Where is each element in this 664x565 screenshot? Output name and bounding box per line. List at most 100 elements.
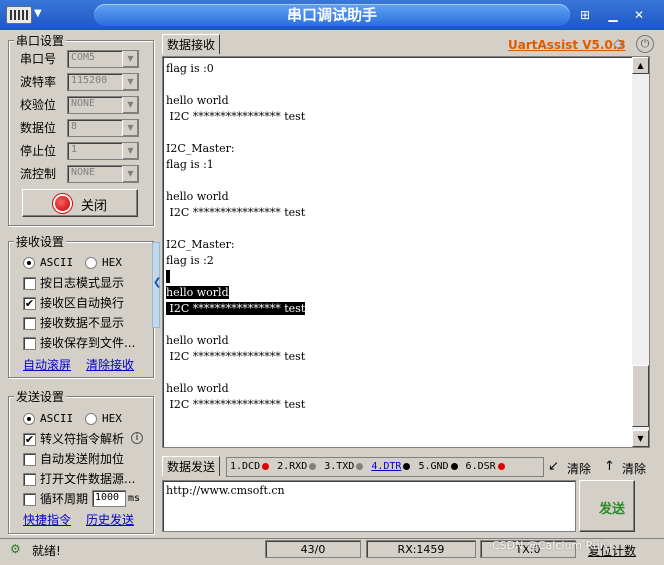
serial-settings-title: 串口设置 [14,32,67,49]
receive-text-area[interactable]: flag is :0 hello world I2C **************… [162,56,650,448]
send-settings-title: 发送设置 [14,388,67,405]
receive-line: I2C **************** test [166,206,306,219]
send-history-link[interactable]: 历史发送 [86,511,134,529]
signal-2-rxd[interactable]: 2.RXD [277,461,317,472]
receive-line: flag is :1 [166,158,214,171]
clear-down-arrow-icon[interactable]: ↙ [548,459,559,474]
escape-parse-label: 转义符指令解析 [40,432,125,446]
settings-power-icon[interactable]: ⏻ [636,35,654,53]
signal-led-icon [450,462,458,470]
auto-scroll-link[interactable]: 自动滚屏 [23,356,71,374]
scroll-up-icon[interactable]: ▲ [632,57,649,74]
port-select[interactable]: COM5 ▼ [67,50,139,68]
tab-data-receive[interactable]: 数据接收 [162,34,221,54]
parity-select[interactable]: NONE ▼ [67,96,139,114]
send-button[interactable]: 发送 [579,480,635,532]
recv-ascii-radio[interactable] [23,257,35,269]
status-text: 就绪! [32,544,61,558]
receive-settings-title: 接收设置 [14,233,67,250]
signal-5-gnd[interactable]: 5.GND [418,461,458,472]
recv-ascii-label: ASCII [40,256,74,269]
send-input[interactable]: http://www.cmsoft.cn [162,480,576,532]
stopbits-label: 停止位 [20,144,57,158]
receive-line: I2C **************** test [166,350,306,363]
chevron-down-icon[interactable]: ▼ [122,51,138,67]
clear-up-arrow-icon[interactable]: ↑ [604,459,615,474]
recv-hex-radio[interactable] [85,257,97,269]
send-ascii-label: ASCII [40,412,74,425]
hide-data-checkbox[interactable] [23,317,36,330]
baud-label: 波特率 [20,75,57,89]
watermark: CSDN @Calcium Ruiyi [492,539,613,552]
title-bar: ▼ 串口调试助手 ⊞ ▁ ✕ [0,0,664,30]
frame-counter: 43/0 [265,540,361,558]
rx-counter: RX:1459 [366,540,476,558]
file-source-checkbox[interactable] [23,473,36,486]
append-bits-checkbox[interactable] [23,453,36,466]
cycle-label: 循环周期 [40,492,89,506]
shortcut-commands-link[interactable]: 快捷指令 [23,511,71,529]
receive-line: hello world [166,334,229,347]
system-menu-arrow-icon[interactable]: ▼ [34,8,42,19]
cycle-period-input[interactable]: 1000 [92,490,126,507]
receive-line [166,77,305,93]
chevron-down-icon[interactable]: ▼ [122,97,138,113]
stopbits-select[interactable]: 1 ▼ [67,142,139,160]
close-port-label: 关闭 [81,199,108,214]
send-hex-radio[interactable] [85,413,97,425]
save-file-checkbox[interactable] [23,337,36,350]
chevron-down-icon[interactable]: ▼ [122,143,138,159]
app-icon[interactable] [6,6,32,24]
receive-line: flag is :0 [166,62,214,75]
brand-label[interactable]: UartAssist V5.0.3 [508,38,626,52]
close-icon[interactable]: ✕ [628,6,650,24]
port-label: 串口号 [20,52,57,66]
gem-icon[interactable]: ◇ [613,36,624,52]
clear-receive-button[interactable]: 清除 [567,460,591,477]
info-icon[interactable]: i [131,432,143,444]
clear-send-button[interactable]: 清除 [622,460,646,477]
minimize-icon[interactable]: ▁ [602,6,624,24]
receive-line [166,317,305,333]
receive-line [166,365,305,381]
send-ascii-radio[interactable] [23,413,35,425]
signal-3-txd[interactable]: 3.TXD [324,461,364,472]
clear-receive-link[interactable]: 清除接收 [86,356,134,374]
receive-line: I2C **************** test [166,110,306,123]
receive-line [166,173,305,189]
signal-6-dsr[interactable]: 6.DSR [466,461,505,472]
receive-line [166,269,305,285]
receive-lines: flag is :0 hello world I2C **************… [166,61,306,413]
signal-led-icon [497,462,505,470]
send-button-label: 发送 [599,502,626,517]
signal-4-dtr[interactable]: 4.DTR [371,461,411,472]
panel-collapse-handle[interactable]: ❮ [152,242,161,328]
parity-label: 校验位 [20,98,57,112]
vertical-scrollbar[interactable]: ▲ ▼ [632,57,649,447]
flow-select[interactable]: NONE ▼ [67,165,139,183]
recv-hex-label: HEX [102,256,122,269]
tab-data-send[interactable]: 数据发送 [162,456,221,476]
receive-line: I2C_Master: [166,142,235,155]
pin-icon[interactable]: ⊞ [574,6,596,24]
auto-wrap-checkbox[interactable]: ✔ [23,297,36,310]
close-port-button[interactable]: 关闭 [22,189,138,217]
chevron-down-icon[interactable]: ▼ [122,166,138,182]
databits-label: 数据位 [20,121,57,135]
signal-led-icon [309,462,317,470]
receive-line: I2C **************** test [166,398,306,411]
log-mode-checkbox[interactable] [23,277,36,290]
databits-select[interactable]: 8 ▼ [67,119,139,137]
signal-1-dcd[interactable]: 1.DCD [230,461,270,472]
baud-select[interactable]: 115200 ▼ [67,73,139,91]
scroll-down-icon[interactable]: ▼ [632,430,649,447]
chevron-down-icon[interactable]: ▼ [122,120,138,136]
chevron-down-icon[interactable]: ▼ [122,74,138,90]
scroll-thumb[interactable] [632,365,649,427]
cycle-unit-label: ms [128,493,141,504]
escape-parse-checkbox[interactable]: ✔ [23,433,36,446]
cycle-checkbox[interactable] [23,493,36,506]
signal-led-icon [403,462,411,470]
auto-wrap-label: 接收区自动换行 [40,296,125,310]
receive-line: hello world [166,190,229,203]
